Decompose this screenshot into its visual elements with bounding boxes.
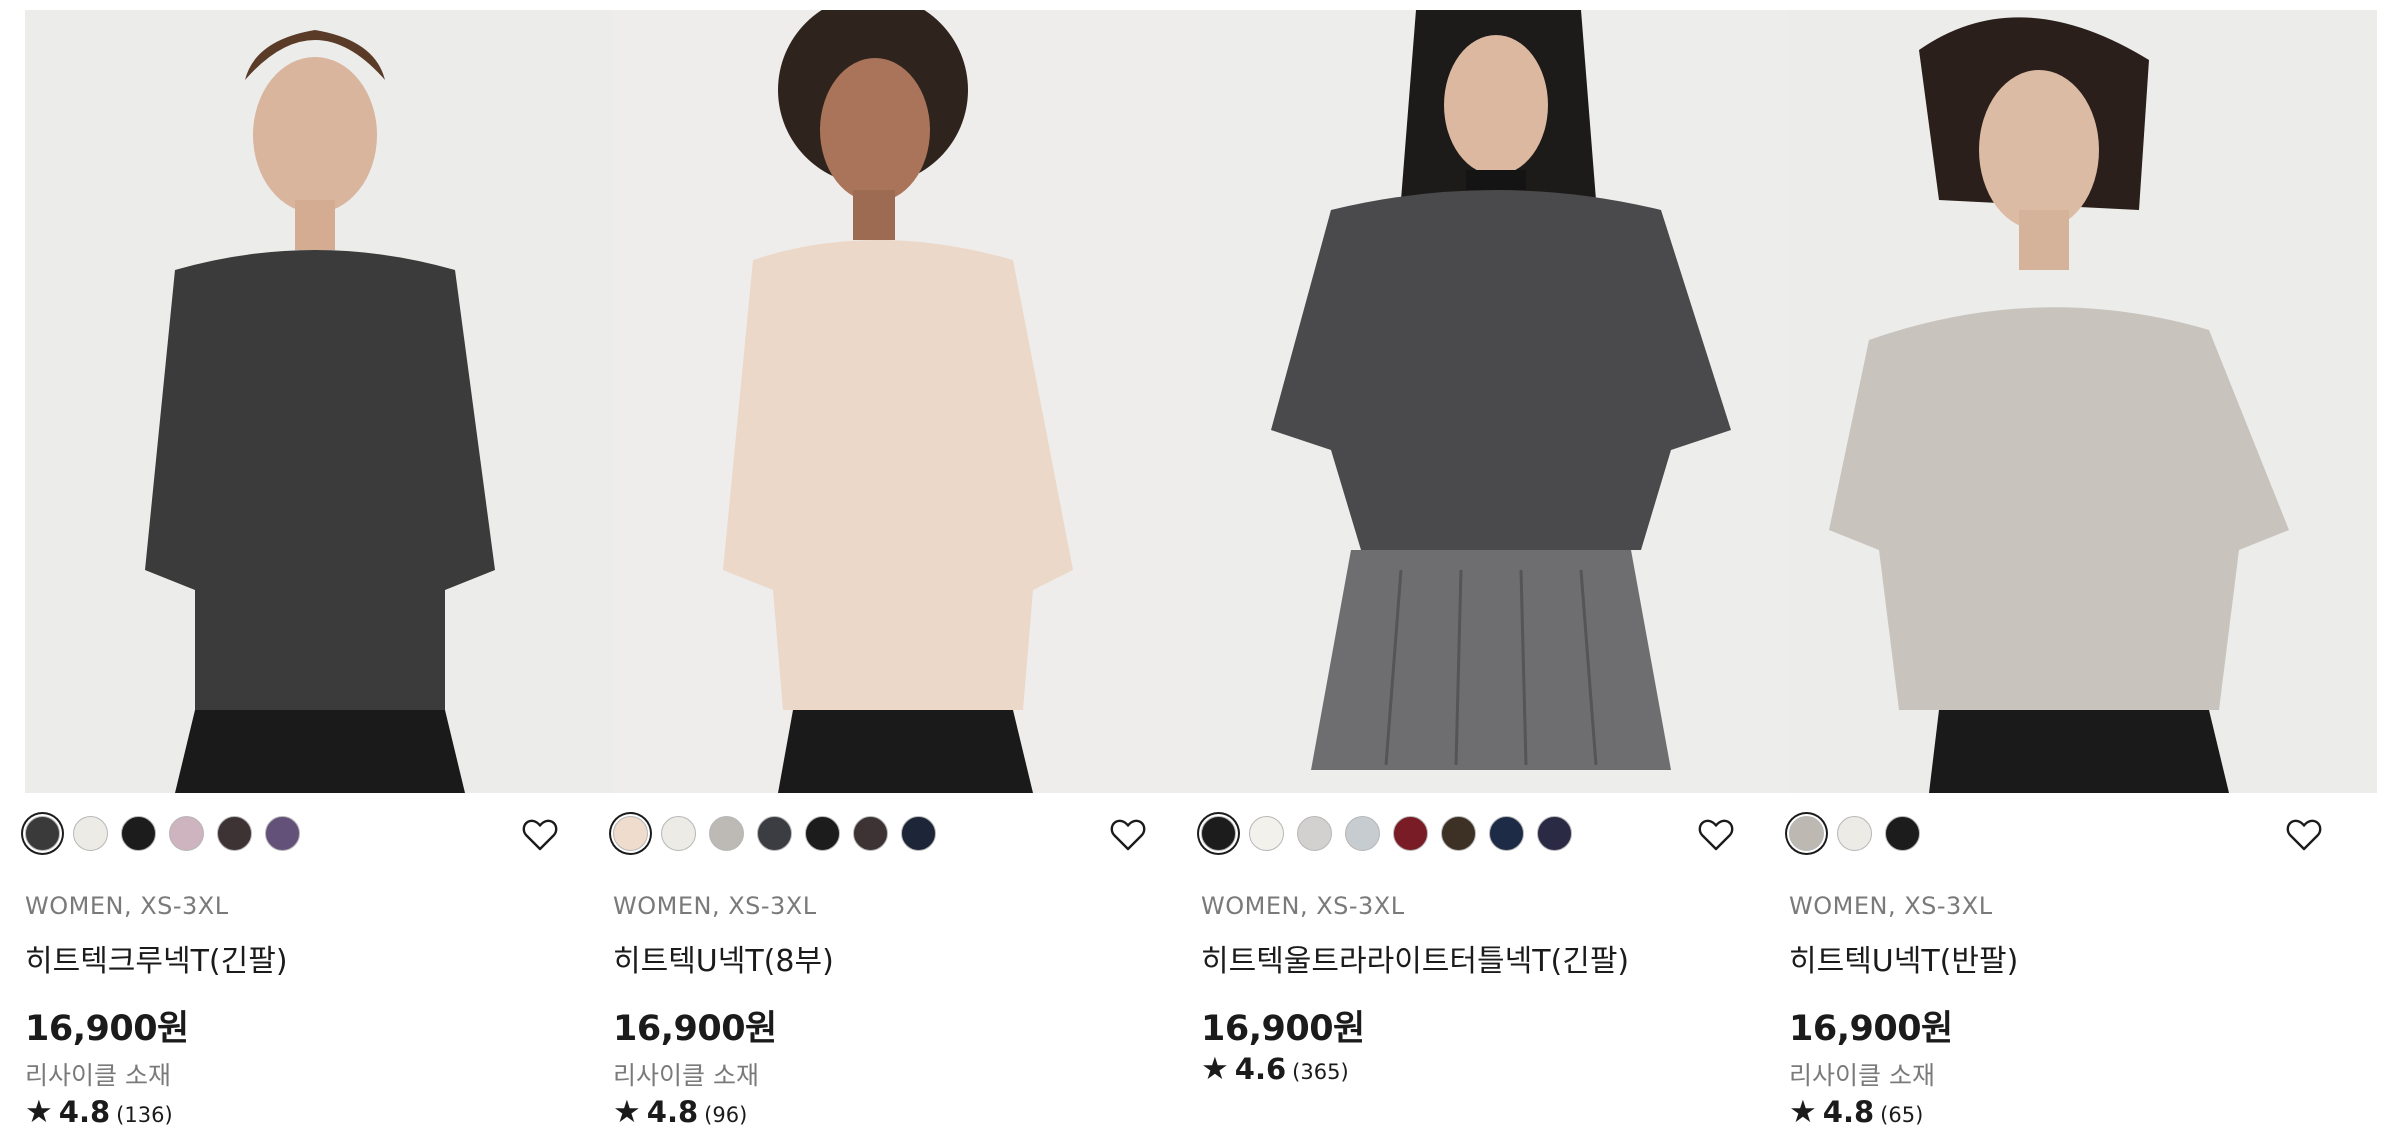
heart-icon[interactable] [522,818,558,852]
color-swatch[interactable] [709,816,744,851]
color-swatch[interactable] [1249,816,1284,851]
color-swatch[interactable] [901,816,936,851]
rating-score: 4.8 [58,1095,111,1129]
product-card-2[interactable]: WOMEN, XS-3XL 히트텍U넥T(8부) 16,900원 리사이클 소재… [613,10,1201,1135]
product-photo-placeholder [1789,10,2377,793]
rating-score: 4.8 [646,1095,699,1129]
heart-icon[interactable] [2286,818,2322,852]
color-swatch[interactable] [25,816,60,851]
product-gender-size: WOMEN, XS-3XL [1789,892,1993,920]
product-card-1[interactable]: WOMEN, XS-3XL 히트텍크루넥T(긴팔) 16,900원 리사이클 소… [25,10,613,1135]
color-swatch[interactable] [73,816,108,851]
product-photo-placeholder [25,10,613,793]
color-swatch[interactable] [1789,816,1824,851]
color-swatch[interactable] [613,816,648,851]
product-rating: ★ 4.8 (136) [25,1095,173,1129]
color-swatches [613,816,1201,858]
product-name[interactable]: 히트텍U넥T(8부) [613,936,834,980]
color-swatch[interactable] [121,816,156,851]
product-name[interactable]: 히트텍울트라라이트터틀넥T(긴팔) [1201,936,1629,980]
color-swatch[interactable] [217,816,252,851]
product-price: 16,900원 [613,1009,777,1049]
color-swatch[interactable] [661,816,696,851]
product-card-4[interactable]: WOMEN, XS-3XL 히트텍U넥T(반팔) 16,900원 리사이클 소재… [1789,10,2377,1135]
review-count: (365) [1292,1060,1349,1084]
product-price: 16,900원 [1789,1009,1953,1049]
color-swatch[interactable] [1885,816,1920,851]
product-tag: 리사이클 소재 [613,1061,759,1090]
star-icon: ★ [1201,1051,1229,1087]
color-swatch[interactable] [1297,816,1332,851]
product-name[interactable]: 히트텍크루넥T(긴팔) [25,936,288,980]
star-icon: ★ [613,1094,641,1130]
color-swatches [1201,816,1789,858]
color-swatch[interactable] [805,816,840,851]
review-count: (65) [1880,1103,1924,1127]
color-swatch[interactable] [1537,816,1572,851]
product-image[interactable] [25,10,613,793]
product-image[interactable] [1789,10,2377,793]
color-swatch[interactable] [757,816,792,851]
color-swatch[interactable] [1345,816,1380,851]
product-rating: ★ 4.6 (365) [1201,1052,1349,1086]
product-price: 16,900원 [1201,1009,1365,1049]
color-swatch[interactable] [169,816,204,851]
color-swatch[interactable] [853,816,888,851]
rating-score: 4.6 [1234,1052,1287,1086]
color-swatch[interactable] [1489,816,1524,851]
product-gender-size: WOMEN, XS-3XL [613,892,817,920]
star-icon: ★ [25,1094,53,1130]
product-image[interactable] [613,10,1201,793]
rating-score: 4.8 [1822,1095,1875,1129]
product-photo-placeholder [613,10,1201,793]
color-swatches [25,816,613,858]
color-swatch[interactable] [1393,816,1428,851]
product-card-3[interactable]: WOMEN, XS-3XL 히트텍울트라라이트터틀넥T(긴팔) 16,900원 … [1201,10,1789,1135]
product-photo-placeholder [1201,10,1789,793]
heart-icon[interactable] [1698,818,1734,852]
star-icon: ★ [1789,1094,1817,1130]
review-count: (136) [116,1103,173,1127]
review-count: (96) [704,1103,748,1127]
product-price: 16,900원 [25,1009,189,1049]
heart-icon[interactable] [1110,818,1146,852]
product-rating: ★ 4.8 (96) [613,1095,747,1129]
product-image[interactable] [1201,10,1789,793]
product-rating: ★ 4.8 (65) [1789,1095,1923,1129]
product-gender-size: WOMEN, XS-3XL [1201,892,1405,920]
color-swatch[interactable] [1201,816,1236,851]
color-swatch[interactable] [1837,816,1872,851]
product-tag: 리사이클 소재 [1789,1061,1935,1090]
color-swatches [1789,816,2377,858]
color-swatch[interactable] [1441,816,1476,851]
product-grid: WOMEN, XS-3XL 히트텍크루넥T(긴팔) 16,900원 리사이클 소… [25,10,2377,1135]
product-gender-size: WOMEN, XS-3XL [25,892,229,920]
product-name[interactable]: 히트텍U넥T(반팔) [1789,936,2018,980]
color-swatch[interactable] [265,816,300,851]
product-tag: 리사이클 소재 [25,1061,171,1090]
